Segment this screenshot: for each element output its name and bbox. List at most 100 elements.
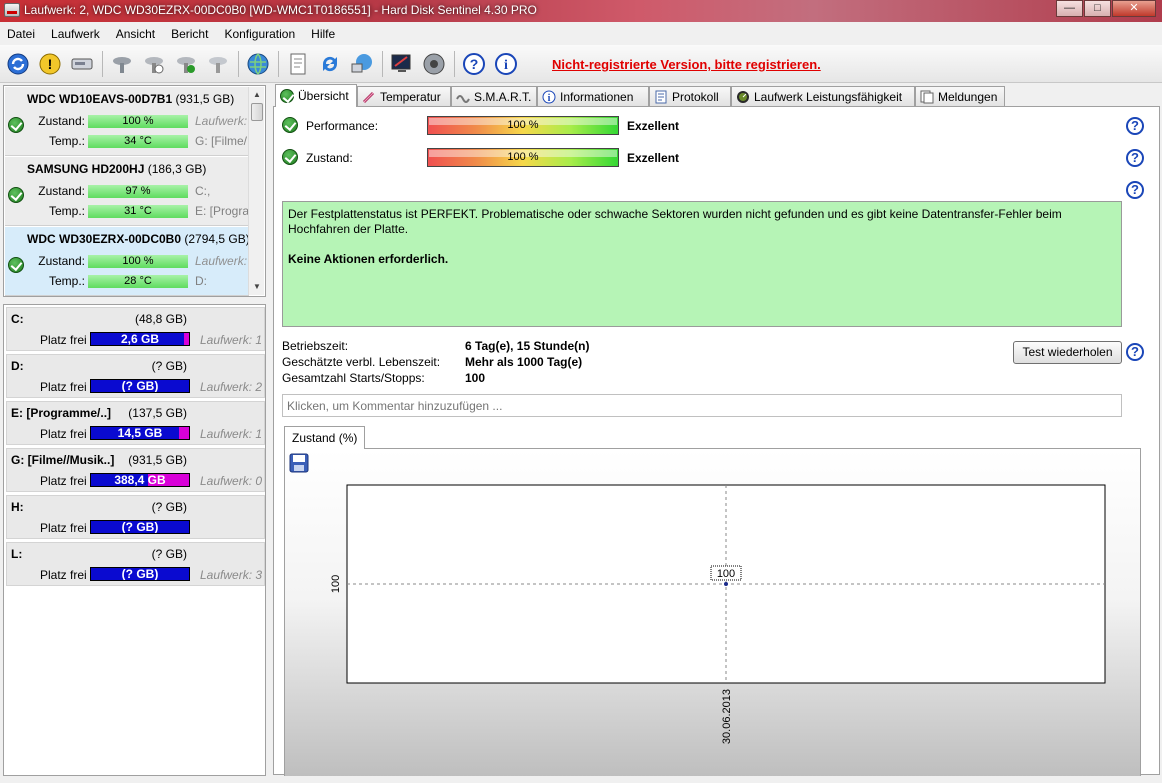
free-space-value: 388,4 GB bbox=[114, 473, 166, 487]
zustand-chart: 100 30.06.2013 100 bbox=[330, 484, 1106, 744]
scroll-down-arrow-icon[interactable]: ▼ bbox=[249, 279, 265, 295]
disk-partitions: E: [Progra bbox=[195, 204, 249, 218]
info-value: Mehr als 1000 Tag(e) bbox=[465, 355, 583, 369]
x-tick-label: 30.06.2013 bbox=[721, 689, 733, 744]
volume-card-c[interactable]: C: (48,8 GB) Platz frei 2,6 GB Laufwerk:… bbox=[6, 307, 265, 351]
help-icon[interactable]: ? bbox=[1126, 181, 1144, 199]
performance-bar: 100 % bbox=[427, 116, 619, 135]
free-space-bar: (? GB) bbox=[90, 520, 190, 534]
minimize-button[interactable]: — bbox=[1056, 0, 1083, 17]
test-repeat-button[interactable]: Test wiederholen bbox=[1013, 341, 1122, 364]
volume-size: (137,5 GB) bbox=[128, 406, 187, 420]
tab-temperatur[interactable]: Temperatur bbox=[357, 86, 451, 106]
free-space-bar: (? GB) bbox=[90, 379, 190, 393]
svg-text:!: ! bbox=[48, 56, 53, 72]
disk-card-1[interactable]: SAMSUNG HD200HJ (186,3 GB) Zustand: 97 %… bbox=[5, 157, 249, 226]
free-label: Platz frei bbox=[40, 568, 87, 582]
help-button[interactable]: ? bbox=[460, 50, 488, 78]
volume-card-d[interactable]: D: (? GB) Platz frei (? GB) Laufwerk: 2 bbox=[6, 354, 265, 398]
alert-button[interactable]: ! bbox=[36, 50, 64, 78]
volume-card-h[interactable]: H: (? GB) Platz frei (? GB) bbox=[6, 495, 265, 539]
performance-value: 100 % bbox=[507, 119, 539, 131]
disk-partitions: G: [Filme/ bbox=[195, 134, 248, 148]
volume-card-l[interactable]: L: (? GB) Platz frei (? GB) Laufwerk: 3 bbox=[6, 542, 265, 586]
tab-informationen[interactable]: i Informationen bbox=[537, 86, 649, 106]
tab-label: S.M.A.R.T. bbox=[474, 89, 532, 104]
disk-check-icon bbox=[177, 57, 195, 73]
disk-card-2[interactable]: WDC WD30EZRX-00DC0B0 (2794,5 GB) Zustand… bbox=[5, 227, 250, 296]
disk-extra: C:, bbox=[195, 184, 211, 198]
disk-size: (2794,5 GB) bbox=[184, 232, 250, 246]
menu-datei[interactable]: Datei bbox=[2, 27, 40, 41]
status-message: Der Festplattenstatus ist PERFEKT. Probl… bbox=[288, 207, 1062, 236]
zustand-value: 100 % bbox=[507, 151, 539, 163]
report-button[interactable] bbox=[284, 50, 312, 78]
menu-bericht[interactable]: Bericht bbox=[166, 27, 213, 41]
tab-label: Übersicht bbox=[298, 89, 349, 103]
free-label: Platz frei bbox=[40, 474, 87, 488]
messages-icon bbox=[920, 90, 934, 103]
refresh-button[interactable] bbox=[4, 50, 32, 78]
chart-tab-zustand[interactable]: Zustand (%) bbox=[284, 426, 366, 449]
volume-name: D: bbox=[11, 359, 24, 373]
maximize-button[interactable]: □ bbox=[1084, 0, 1111, 17]
tab-meldungen[interactable]: Meldungen bbox=[915, 86, 1005, 106]
web-button[interactable] bbox=[244, 50, 272, 78]
disk-tool-3-button[interactable] bbox=[172, 50, 200, 78]
tab-smart[interactable]: S.M.A.R.T. bbox=[451, 86, 537, 106]
volume-disk: Laufwerk: 1 bbox=[200, 427, 263, 441]
tab-label: Meldungen bbox=[938, 89, 998, 104]
menu-bar: Datei Laufwerk Ansicht Bericht Konfigura… bbox=[0, 24, 1162, 44]
menu-konfiguration[interactable]: Konfiguration bbox=[219, 27, 300, 41]
scroll-thumb[interactable] bbox=[251, 103, 263, 121]
help-icon[interactable]: ? bbox=[1126, 149, 1144, 167]
window-controls: — □ ✕ bbox=[1055, 0, 1156, 17]
help-icon[interactable]: ? bbox=[1126, 117, 1144, 135]
free-label: Platz frei bbox=[40, 333, 87, 347]
title-bar: Laufwerk: 2, WDC WD30EZRX-00DC0B0 [WD-WM… bbox=[0, 0, 1162, 22]
disk-tool-4-button[interactable] bbox=[204, 50, 232, 78]
volume-size: (? GB) bbox=[151, 500, 187, 514]
disk-size: (186,3 GB) bbox=[147, 162, 207, 176]
tab-uebersicht[interactable]: Übersicht bbox=[275, 84, 357, 107]
disk-extra: Laufwerk: bbox=[195, 254, 248, 268]
speedometer-icon bbox=[737, 90, 749, 103]
sync-button[interactable] bbox=[316, 50, 344, 78]
info-row: Geschätzte verbl. Lebenszeit: Mehr als 1… bbox=[282, 355, 682, 371]
volume-card-e[interactable]: E: [Programme/..] (137,5 GB) Platz frei … bbox=[6, 401, 265, 445]
disk-info-button[interactable] bbox=[68, 50, 96, 78]
disk-tool-1-button[interactable] bbox=[108, 50, 136, 78]
info-value: 100 bbox=[465, 371, 486, 385]
close-button[interactable]: ✕ bbox=[1112, 0, 1156, 17]
menu-laufwerk[interactable]: Laufwerk bbox=[46, 27, 105, 41]
tab-leistungsfaehigkeit[interactable]: Laufwerk Leistungsfähigkeit bbox=[731, 86, 915, 106]
disk-list-scrollbar[interactable]: ▲ ▼ bbox=[248, 87, 264, 295]
help-icon[interactable]: ? bbox=[1126, 343, 1144, 361]
menu-ansicht[interactable]: Ansicht bbox=[111, 27, 160, 41]
network-button[interactable] bbox=[348, 50, 376, 78]
free-space-bar: 14,5 GB bbox=[90, 426, 190, 440]
tab-label: Informationen bbox=[560, 89, 634, 104]
sound-button[interactable] bbox=[420, 50, 448, 78]
scroll-up-arrow-icon[interactable]: ▲ bbox=[249, 87, 265, 103]
temp-bar: 34 °C bbox=[88, 135, 188, 148]
disk-size: (931,5 GB) bbox=[175, 92, 235, 106]
disk-tool-2-button[interactable] bbox=[140, 50, 168, 78]
app-icon[interactable] bbox=[4, 3, 20, 17]
volume-card-g[interactable]: G: [Filme//Musik..] (931,5 GB) Platz fre… bbox=[6, 448, 265, 492]
comment-input[interactable] bbox=[282, 394, 1122, 417]
volume-name: H: bbox=[11, 500, 24, 514]
speaker-icon bbox=[423, 53, 445, 75]
volume-name: L: bbox=[11, 547, 23, 561]
zustand-bar: 100 % bbox=[88, 255, 188, 268]
ok-check-icon bbox=[282, 149, 298, 165]
menu-hilfe[interactable]: Hilfe bbox=[306, 27, 340, 41]
diagnostics-button[interactable] bbox=[388, 50, 416, 78]
disk-card-0[interactable]: WDC WD10EAVS-00D7B1 (931,5 GB) Zustand: … bbox=[5, 87, 249, 156]
register-link[interactable]: Nicht-registrierte Version, bitte regist… bbox=[552, 57, 821, 72]
tab-protokoll[interactable]: Protokoll bbox=[649, 86, 731, 106]
ok-check-icon bbox=[282, 117, 298, 133]
sync-icon bbox=[322, 56, 338, 72]
svg-text:i: i bbox=[548, 93, 551, 104]
about-button[interactable]: i bbox=[492, 50, 520, 78]
